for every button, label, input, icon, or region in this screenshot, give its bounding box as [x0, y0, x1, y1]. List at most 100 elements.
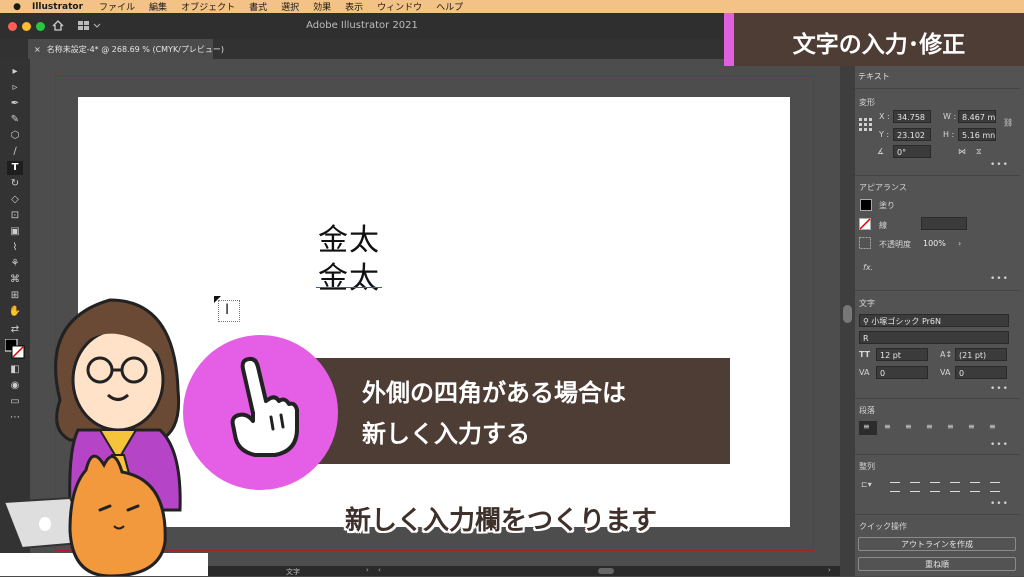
arrow-cursor-icon [214, 296, 221, 303]
align-right-icon[interactable]: ≡ [905, 422, 912, 431]
panel-divider [855, 88, 1020, 89]
rectangle-tool-icon[interactable]: ⬡ [7, 129, 23, 143]
gradient-tool-icon[interactable]: ▣ [7, 225, 23, 239]
fx-icon[interactable]: fx. [863, 263, 873, 272]
fill-label: 塗り [879, 201, 895, 210]
align-bottom-edges-icon[interactable] [990, 482, 1000, 492]
free-transform-tool-icon[interactable]: ⊡ [7, 209, 23, 223]
tab-close-icon[interactable]: × [34, 45, 41, 54]
eyedropper-tool-icon[interactable]: ⌇ [7, 241, 23, 255]
y-field[interactable]: 23.102 [893, 128, 931, 141]
subtitle-caption: 新しく入力欄をつくります [345, 506, 658, 536]
stroke-weight-field[interactable] [921, 217, 967, 230]
character-more-icon[interactable]: ••• [990, 384, 1009, 394]
panel-divider [855, 290, 1020, 291]
menu-window[interactable]: ウィンドウ [377, 0, 422, 13]
y-label: Y : [879, 130, 890, 139]
apple-icon[interactable]: ● [12, 2, 22, 12]
menu-select[interactable]: 選択 [281, 0, 299, 13]
x-field[interactable]: 34.758 [893, 110, 931, 123]
opacity-label: 不透明度 [879, 240, 911, 249]
flip-vertical-icon[interactable]: ⧖ [976, 147, 982, 157]
menu-view[interactable]: 表示 [345, 0, 363, 13]
type-tool-icon[interactable]: T [7, 161, 23, 175]
opacity-icon [859, 237, 871, 249]
status-bar: 文字 › ‹ › [208, 566, 840, 576]
reference-point-icon[interactable] [859, 118, 873, 132]
menu-type[interactable]: 書式 [249, 0, 267, 13]
status-arrow-icon[interactable]: › [366, 566, 369, 574]
align-top-edges-icon[interactable] [950, 482, 960, 492]
font-size-icon: TT [859, 350, 871, 359]
constrain-proportions-icon[interactable]: ⛓ [1003, 118, 1013, 127]
align-right-edges-icon[interactable] [930, 482, 940, 492]
presenter-illustration [2, 298, 182, 576]
arrange-button[interactable]: 重ね順 [858, 557, 1016, 571]
transform-more-icon[interactable]: ••• [990, 160, 1009, 170]
opacity-value[interactable]: 100% [923, 239, 946, 248]
appearance-more-icon[interactable]: ••• [990, 274, 1009, 284]
direct-selection-tool-icon[interactable]: ▹ [7, 81, 23, 95]
text-selection-underline [316, 287, 382, 288]
paragraph-header: 段落 [859, 406, 875, 415]
stroke-label: 線 [879, 221, 887, 230]
justify-center-icon[interactable]: ≡ [947, 422, 954, 431]
menu-effect[interactable]: 効果 [313, 0, 331, 13]
font-style-select[interactable]: R [859, 331, 1009, 344]
w-field[interactable]: 8.467 m [958, 110, 996, 123]
align-horizontal-center-icon[interactable] [910, 482, 920, 492]
menu-help[interactable]: ヘルプ [436, 0, 463, 13]
opacity-chevron-icon[interactable]: › [958, 239, 961, 248]
tracking-field[interactable]: 0 [955, 366, 1007, 379]
panel-divider [855, 514, 1020, 515]
rotate-field[interactable]: 0° [893, 145, 931, 158]
stroke-swatch-icon[interactable] [859, 218, 871, 230]
menu-bar: ● Illustrator ファイル 編集 オブジェクト 書式 選択 効果 表示… [0, 0, 1024, 13]
horizontal-scroll-thumb[interactable] [598, 568, 614, 574]
menu-object[interactable]: オブジェクト [181, 0, 235, 13]
kerning-icon: VA [859, 368, 870, 377]
menu-app-name[interactable]: Illustrator [32, 2, 83, 12]
scroll-left-icon[interactable]: ‹ [378, 566, 381, 574]
callout-line-1: 外側の四角がある場合は [362, 379, 626, 407]
panel-divider [855, 398, 1020, 399]
tracking-icon: VA [940, 368, 951, 377]
flip-horizontal-icon[interactable]: ⋈ [958, 147, 966, 156]
leading-icon: A↕ [940, 350, 953, 359]
align-more-icon[interactable]: ••• [990, 499, 1009, 509]
selection-tool-icon[interactable]: ▸ [7, 65, 23, 79]
panel-scroll-handle[interactable] [843, 305, 852, 323]
justify-left-icon[interactable]: ≡ [926, 422, 933, 431]
paragraph-more-icon[interactable]: ••• [990, 440, 1009, 450]
rotate-tool-icon[interactable]: ↻ [7, 177, 23, 191]
justify-all-icon[interactable]: ≡ [989, 422, 996, 431]
window-title-bar: Adobe Illustrator 2021 [0, 13, 724, 39]
create-outlines-button[interactable]: アウトラインを作成 [858, 537, 1016, 551]
align-to-icon[interactable]: ⊏▾ [861, 480, 872, 489]
w-label: W : [943, 112, 957, 121]
font-family-select[interactable]: ⚲ 小塚ゴシック Pr6N [859, 314, 1009, 327]
h-field[interactable]: 5.16 mn [958, 128, 996, 141]
justify-right-icon[interactable]: ≡ [968, 422, 975, 431]
document-tab[interactable]: × 名称未設定-4* @ 268.69 % (CMYK/プレビュー) [28, 39, 224, 59]
align-header: 整列 [859, 462, 875, 471]
align-left-edges-icon[interactable] [890, 482, 900, 492]
paintbrush-tool-icon[interactable]: ∕ [7, 145, 23, 159]
panel-collapse-strip[interactable] [840, 59, 855, 576]
text-object-2[interactable]: 金太 [318, 253, 380, 297]
menu-file[interactable]: ファイル [99, 0, 135, 13]
eraser-tool-icon[interactable]: ◇ [7, 193, 23, 207]
blend-tool-icon[interactable]: ⚘ [7, 257, 23, 271]
scroll-right-icon[interactable]: › [828, 566, 831, 574]
curvature-tool-icon[interactable]: ✎ [7, 113, 23, 127]
pen-tool-icon[interactable]: ✒ [7, 97, 23, 111]
kerning-field[interactable]: 0 [876, 366, 928, 379]
align-vertical-center-icon[interactable] [970, 482, 980, 492]
menu-edit[interactable]: 編集 [149, 0, 167, 13]
font-size-field[interactable]: 12 pt [876, 348, 928, 361]
window-title: Adobe Illustrator 2021 [306, 20, 418, 31]
align-center-icon[interactable]: ≡ [884, 422, 891, 431]
appearance-header: アピアランス [859, 183, 907, 192]
fill-swatch[interactable] [860, 199, 872, 211]
leading-field[interactable]: (21 pt) [955, 348, 1007, 361]
